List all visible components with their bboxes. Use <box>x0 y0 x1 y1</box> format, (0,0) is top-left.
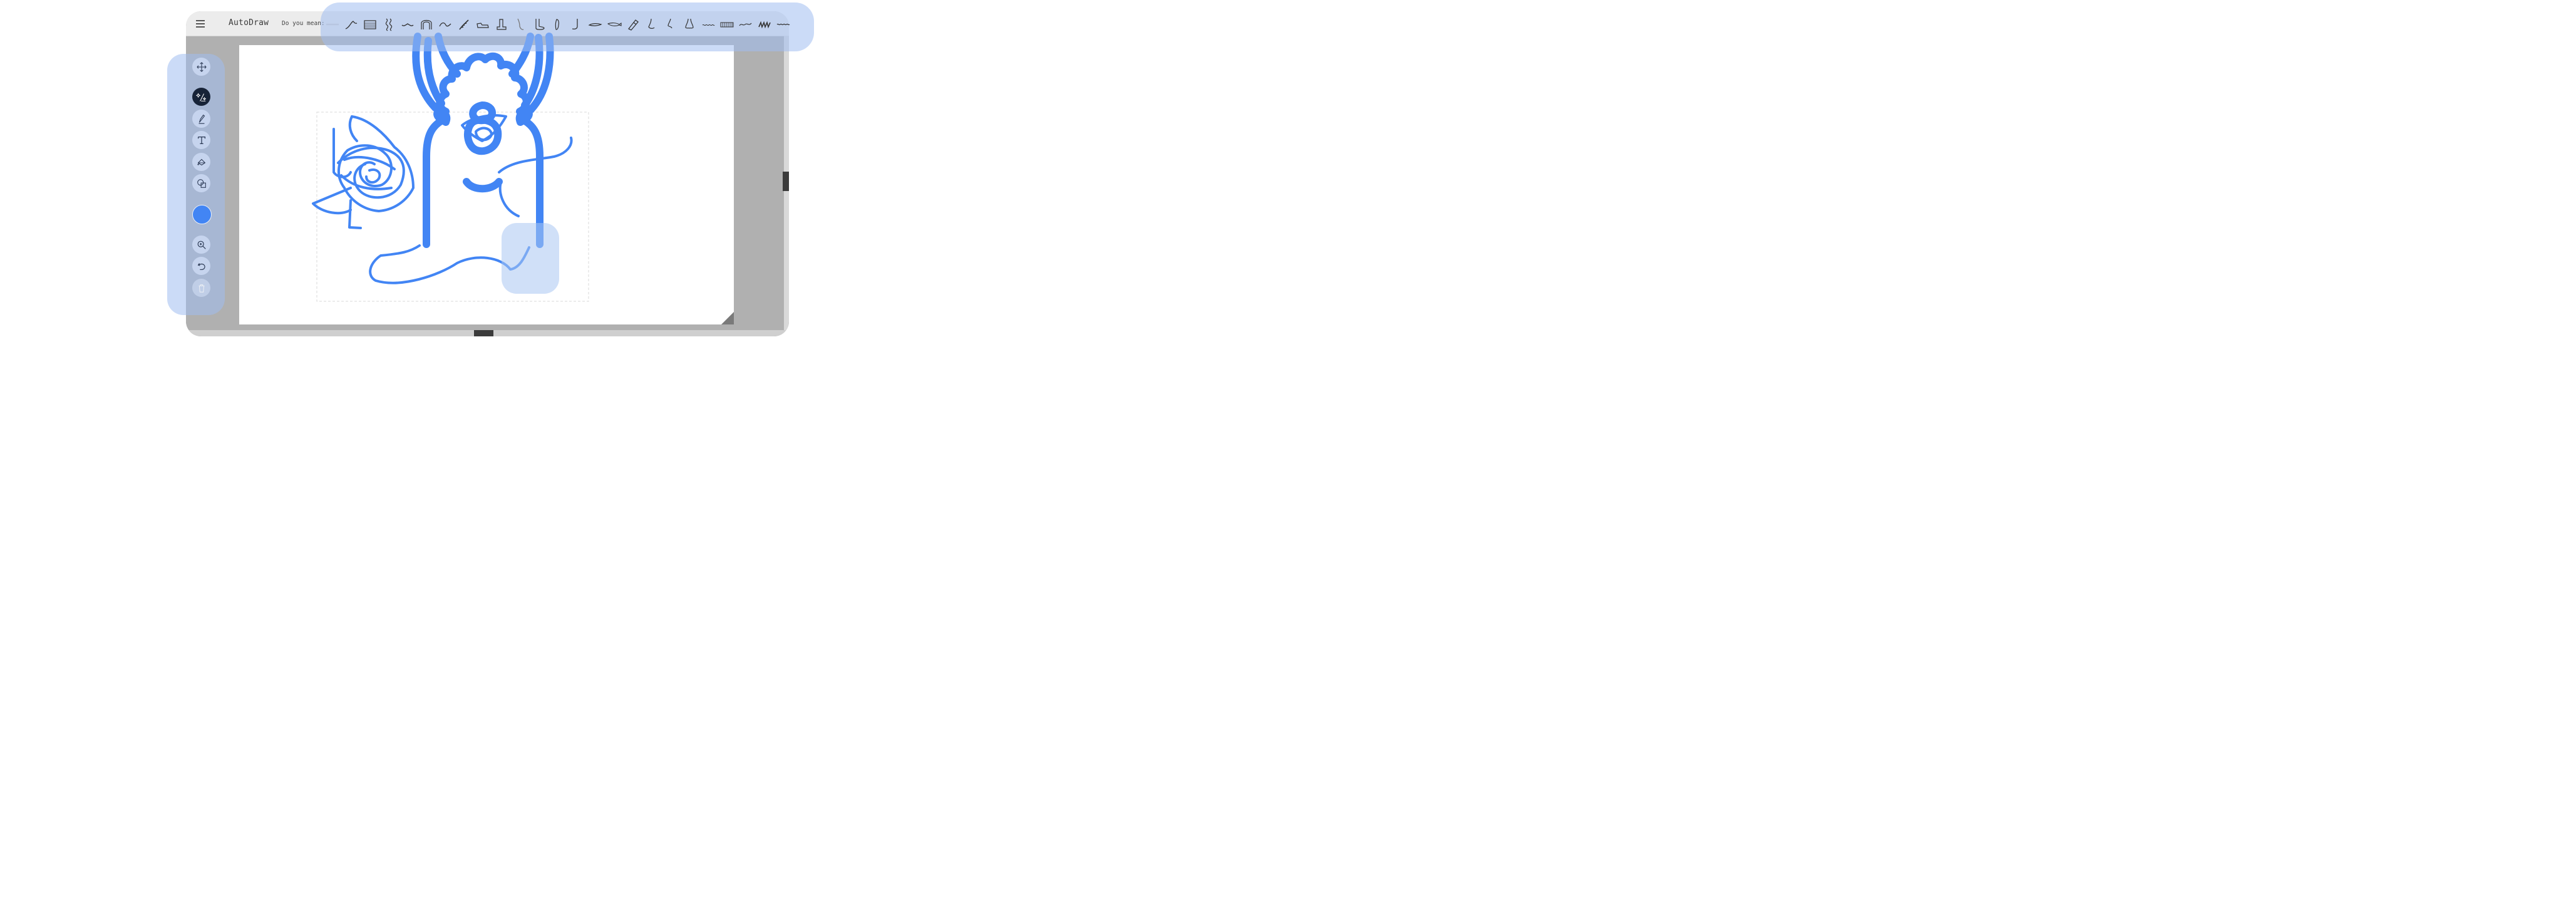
zoom-icon <box>197 241 206 249</box>
keyboard-icon[interactable] <box>719 16 735 33</box>
feather-icon[interactable] <box>456 16 472 33</box>
text-tool[interactable] <box>192 131 210 149</box>
curvy-line-icon[interactable] <box>437 16 453 33</box>
snake-icon[interactable] <box>738 16 754 33</box>
vertical-scrollbar-thumb[interactable] <box>783 172 789 191</box>
move-icon <box>196 61 207 72</box>
canvas-highlight <box>502 223 559 294</box>
text-icon <box>197 136 205 144</box>
shapes-icon <box>197 179 206 188</box>
fill-tool[interactable] <box>192 153 210 171</box>
app-title: AutoDraw <box>229 18 269 28</box>
chair-icon[interactable] <box>493 16 510 33</box>
face-profile-icon[interactable] <box>662 16 679 33</box>
autodraw-icon <box>195 92 206 101</box>
canvas-resize-handle[interactable] <box>721 312 734 324</box>
leg-icon[interactable] <box>569 16 585 33</box>
autodraw-screen: AutoDraw Do you mean: <box>0 0 977 344</box>
squiggle-icon[interactable] <box>381 16 397 33</box>
zigzag-icon[interactable] <box>756 16 773 33</box>
shoe-icon[interactable] <box>475 16 491 33</box>
whale-icon[interactable] <box>587 16 604 33</box>
zoom-tool[interactable] <box>192 236 210 254</box>
arch-icon[interactable] <box>418 16 435 33</box>
trash-icon <box>198 284 204 293</box>
nose-icon[interactable] <box>644 16 660 33</box>
dash-scribble-icon[interactable] <box>324 16 341 33</box>
delete-tool[interactable] <box>192 279 210 297</box>
water-grid-icon[interactable] <box>362 16 378 33</box>
footprint-icon[interactable] <box>550 16 566 33</box>
move-tool[interactable] <box>192 58 210 76</box>
horizontal-scrollbar-thumb[interactable] <box>474 330 493 336</box>
ripple-icon[interactable] <box>700 16 716 33</box>
hamburger-menu-icon[interactable] <box>195 18 207 30</box>
shape-tool[interactable] <box>192 174 210 192</box>
color-picker[interactable] <box>192 205 212 224</box>
pencil-icon <box>198 114 205 124</box>
wavy-bar-icon[interactable] <box>775 16 791 33</box>
fish-icon[interactable] <box>606 16 622 33</box>
suggestion-label: Do you mean: <box>282 20 325 27</box>
wave-line-icon[interactable] <box>343 16 359 33</box>
foot-icon[interactable] <box>531 16 547 33</box>
finger-icon[interactable] <box>512 16 528 33</box>
lipstick-icon[interactable] <box>625 16 641 33</box>
mustache-icon[interactable] <box>399 16 416 33</box>
autodraw-tool[interactable] <box>192 88 210 106</box>
draw-tool[interactable] <box>192 110 210 128</box>
undo-icon <box>197 262 205 270</box>
suggestion-strip <box>324 14 800 36</box>
nostril-icon[interactable] <box>681 16 698 33</box>
fill-icon <box>197 158 205 165</box>
drawing-canvas[interactable] <box>239 45 734 324</box>
undo-tool[interactable] <box>192 257 210 275</box>
